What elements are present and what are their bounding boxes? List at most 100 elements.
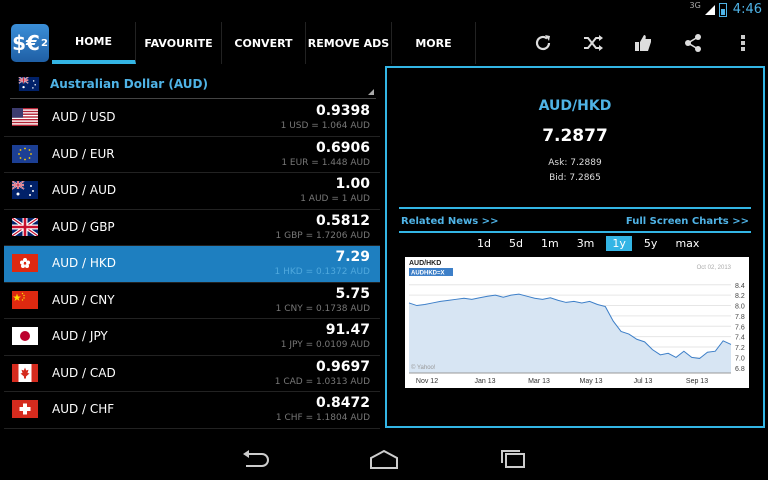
detail-bid: Bid: 7.2865 [549,173,601,183]
flag-cn-icon [12,290,38,309]
detail-ask: Ask: 7.2889 [548,158,602,168]
pair-label: AUD / USD [52,110,116,124]
detail-panel: AUD/HKD 7.2877 Ask: 7.2889 Bid: 7.2865 R… [385,66,765,428]
detail-rate: 7.2877 [542,126,608,146]
period-1d[interactable]: 1d [471,236,497,251]
inverse-rate: 1 AUD = 1 AUD [300,194,370,204]
x-tick-label: Nov 12 [416,378,438,385]
rate-row-chf[interactable]: AUD / CHF 0.8472 1 CHF = 1.1804 AUD [4,392,380,429]
x-tick-label: Jan 13 [474,378,495,385]
period-5y[interactable]: 5y [638,236,664,251]
y-tick-label: 8.0 [735,304,745,311]
period-3m[interactable]: 3m [571,236,601,251]
y-tick-label: 6.8 [735,366,745,373]
y-tick-label: 7.4 [735,335,745,342]
y-tick-label: 8.4 [735,283,745,290]
back-icon[interactable] [240,448,272,470]
flag-jp-icon [12,327,38,345]
rates-list: AUD / USD 0.9398 1 USD = 1.064 AUD AUD /… [4,100,380,429]
detail-pair-title: AUD/HKD [538,98,612,114]
flag-us-icon [12,108,38,126]
period-max[interactable]: max [669,236,705,251]
dropdown-indicator-icon [368,89,374,95]
rate-row-cny[interactable]: AUD / CNY 5.75 1 CNY = 0.1738 AUD [4,283,380,319]
rate-value: 7.29 [335,249,370,265]
rate-value: 0.9697 [315,358,370,375]
rate-row-hkd[interactable]: AUD / HKD 7.29 1 HKD = 0.1372 AUD [4,246,380,283]
shuffle-button[interactable] [568,22,618,64]
flag-ca-icon [12,363,38,382]
pair-label: AUD / EUR [52,146,115,161]
rate-value: 0.6906 [315,139,370,156]
inverse-rate: 1 GBP = 1.7206 AUD [275,230,370,241]
rate-row-jpy[interactable]: AUD / JPY 91.47 1 JPY = 0.0109 AUD [4,319,380,356]
pair-label: AUD / GBP [52,219,115,234]
share-icon [685,34,701,52]
home-icon[interactable] [368,448,400,470]
rate-row-gbp[interactable]: AUD / GBP 0.5812 1 GBP = 1.7206 AUD [4,210,380,246]
y-tick-label: 7.2 [735,345,745,352]
rate-value: 0.9398 [315,103,370,119]
rate-row-aud[interactable]: AUD / AUD 1.00 1 AUD = 1 AUD [4,173,380,210]
rate-value: 0.8472 [315,395,370,411]
rate-row-eur[interactable]: AUD / EUR 0.6906 1 EUR = 1.448 AUD [4,137,380,173]
chart-date: Oct 02, 2013 [697,265,732,271]
flag-au-icon [12,181,38,199]
rate-value: 1.00 [335,176,370,192]
period-1m[interactable]: 1m [535,236,565,251]
divider-top [399,207,751,209]
pair-label: AUD / AUD [52,183,117,197]
inverse-rate: 1 HKD = 0.1372 AUD [274,267,370,277]
app-logo-icon[interactable]: $€ 2 [11,24,49,62]
refresh-button[interactable] [518,22,568,64]
pair-label: AUD / HKD [52,256,117,270]
tab-home[interactable]: HOME [52,22,136,64]
rate-value: 91.47 [325,322,370,338]
inverse-rate: 1 EUR = 1.448 AUD [281,157,370,168]
pair-label: AUD / JPY [52,329,108,343]
inverse-rate: 1 JPY = 0.0109 AUD [280,340,370,350]
action-icons [518,22,768,64]
inverse-rate: 1 CHF = 1.1804 AUD [275,413,370,423]
tab-favourite[interactable]: FAVOURITE [136,22,222,64]
x-tick-label: May 13 [580,378,603,385]
tab-convert[interactable]: CONVERT [222,22,306,64]
flag-gb-icon [12,217,38,236]
tab-remove-ads[interactable]: REMOVE ADS [306,22,392,64]
overflow-menu-button[interactable] [718,22,768,64]
pair-label: AUD / CHF [52,402,115,416]
x-tick-label: Jul 13 [634,378,653,385]
flag-eu-icon [12,144,38,163]
inverse-rate: 1 CAD = 1.0313 AUD [274,376,370,387]
divider-bottom [399,231,751,233]
full-screen-charts-link[interactable]: Full Screen Charts >> [626,216,749,227]
thumbs-up-icon [635,35,651,51]
rate-row-usd[interactable]: AUD / USD 0.9398 1 USD = 1.064 AUD [4,100,380,137]
status-bar: 3G 4:46 [0,0,768,22]
pair-label: AUD / CNY [52,292,115,307]
tab-more[interactable]: MORE [392,22,476,64]
thumbs-up-button[interactable] [618,22,668,64]
base-currency-label: Australian Dollar (AUD) [50,77,208,91]
period-5d[interactable]: 5d [503,236,529,251]
overflow-menu-icon [741,35,745,51]
flag-ch-icon [12,400,38,418]
battery-icon [718,2,727,17]
clock: 4:46 [732,2,762,17]
rate-row-cad[interactable]: AUD / CAD 0.9697 1 CAD = 1.0313 AUD [4,356,380,392]
y-tick-label: 7.6 [735,324,745,331]
recents-icon[interactable] [498,448,530,470]
period-1y[interactable]: 1y [606,236,632,251]
related-news-link[interactable]: Related News >> [401,216,498,227]
flag-hk-icon [12,254,38,272]
rate-chart[interactable]: 6.8 7.0 7.2 7.4 7.6 7.8 8.0 8.2 8.4 Nov 12 Jan 13 M… [405,257,749,388]
rate-value: 0.5812 [315,212,370,229]
network-type: 3G [689,0,701,10]
y-tick-label: 7.0 [735,355,745,362]
share-button[interactable] [668,22,718,64]
chart-title: AUD/HKD [409,260,441,267]
refresh-icon [535,35,551,51]
base-currency-spinner[interactable]: Australian Dollar (AUD) [10,70,376,99]
series-legend-label: AUDHKD=X [411,271,445,277]
rate-value: 5.75 [335,285,370,302]
